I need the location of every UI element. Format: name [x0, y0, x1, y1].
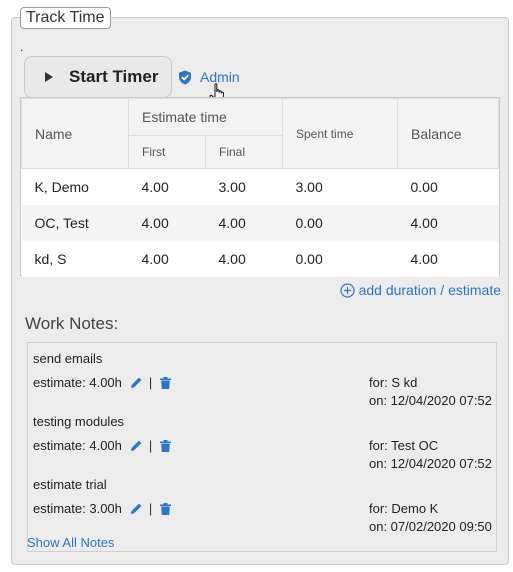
shield-check-icon: [179, 70, 191, 84]
note-for: for: S kd: [369, 375, 418, 390]
cell-balance: 4.00: [397, 240, 499, 277]
note-date: on: 07/02/2020 09:50: [369, 519, 492, 534]
trash-icon[interactable]: [160, 376, 172, 389]
col-first: First: [128, 135, 206, 169]
cell-balance: 4.00: [397, 204, 499, 241]
note-estimate-row: estimate: 3.00h |: [33, 501, 172, 516]
start-timer-button[interactable]: Start Timer: [24, 56, 172, 98]
notes-list: send emails estimate: 4.00h | for: S kd …: [27, 342, 497, 552]
cell-name: K, Demo: [21, 168, 129, 205]
note-estimate-row: estimate: 4.00h |: [33, 438, 172, 453]
show-all-notes-link[interactable]: Show All Notes: [27, 535, 114, 550]
cell-name: kd, S: [21, 240, 129, 277]
time-table: Name Estimate time Spent time Balance Fi…: [21, 98, 499, 277]
col-spent: Spent time: [282, 98, 398, 169]
col-balance: Balance: [397, 98, 499, 169]
start-timer-label: Start Timer: [69, 67, 159, 86]
cell-final: 4.00: [205, 240, 283, 277]
col-final: Final: [205, 135, 283, 169]
cell-first: 4.00: [128, 168, 206, 205]
add-duration-label: add duration / estimate: [358, 282, 501, 298]
play-icon: [45, 72, 53, 82]
note-estimate: estimate: 4.00h: [33, 375, 122, 390]
note-title: testing modules: [33, 414, 125, 429]
pencil-icon[interactable]: [130, 439, 143, 452]
col-estimate: Estimate time: [128, 98, 283, 136]
separator: |: [148, 501, 153, 516]
note-estimate: estimate: 4.00h: [33, 438, 122, 453]
separator: |: [148, 375, 153, 390]
dot-text: .: [20, 40, 24, 54]
note-title: estimate trial: [33, 477, 107, 492]
add-duration-link[interactable]: add duration / estimate: [339, 282, 501, 298]
pencil-icon[interactable]: [130, 376, 143, 389]
trash-icon[interactable]: [160, 502, 172, 515]
note-date: on: 12/04/2020 07:52: [369, 456, 492, 471]
trash-icon[interactable]: [160, 439, 172, 452]
note-estimate-row: estimate: 4.00h |: [33, 375, 172, 390]
timer-row: Start Timer Admin: [24, 56, 240, 98]
note-date: on: 12/04/2020 07:52: [369, 393, 492, 408]
plus-circle-icon: [339, 282, 355, 298]
cell-name: OC, Test: [21, 204, 129, 241]
note-estimate: estimate: 3.00h: [33, 501, 122, 516]
cell-final: 3.00: [205, 168, 283, 205]
separator: |: [148, 438, 153, 453]
cell-spent: 0.00: [282, 240, 398, 277]
pencil-icon[interactable]: [130, 502, 143, 515]
cell-final: 4.00: [205, 204, 283, 241]
note-for: for: Demo K: [369, 501, 439, 516]
cell-spent: 0.00: [282, 204, 398, 241]
cell-first: 4.00: [128, 240, 206, 277]
table-row: K, Demo 4.00 3.00 3.00 0.00: [21, 168, 499, 205]
note-title: send emails: [33, 351, 103, 366]
note-for: for: Test OC: [369, 438, 439, 453]
col-name: Name: [21, 98, 129, 169]
cell-first: 4.00: [128, 204, 206, 241]
work-notes-title: Work Notes:: [25, 314, 119, 333]
table-row: kd, S 4.00 4.00 0.00 4.00: [21, 240, 499, 277]
time-grid: Name Estimate time Spent time Balance Fi…: [20, 97, 500, 277]
cell-balance: 0.00: [397, 168, 499, 205]
panel-title: Track Time: [20, 7, 111, 29]
table-row: OC, Test 4.00 4.00 0.00 4.00: [21, 204, 499, 241]
cell-spent: 3.00: [282, 168, 398, 205]
